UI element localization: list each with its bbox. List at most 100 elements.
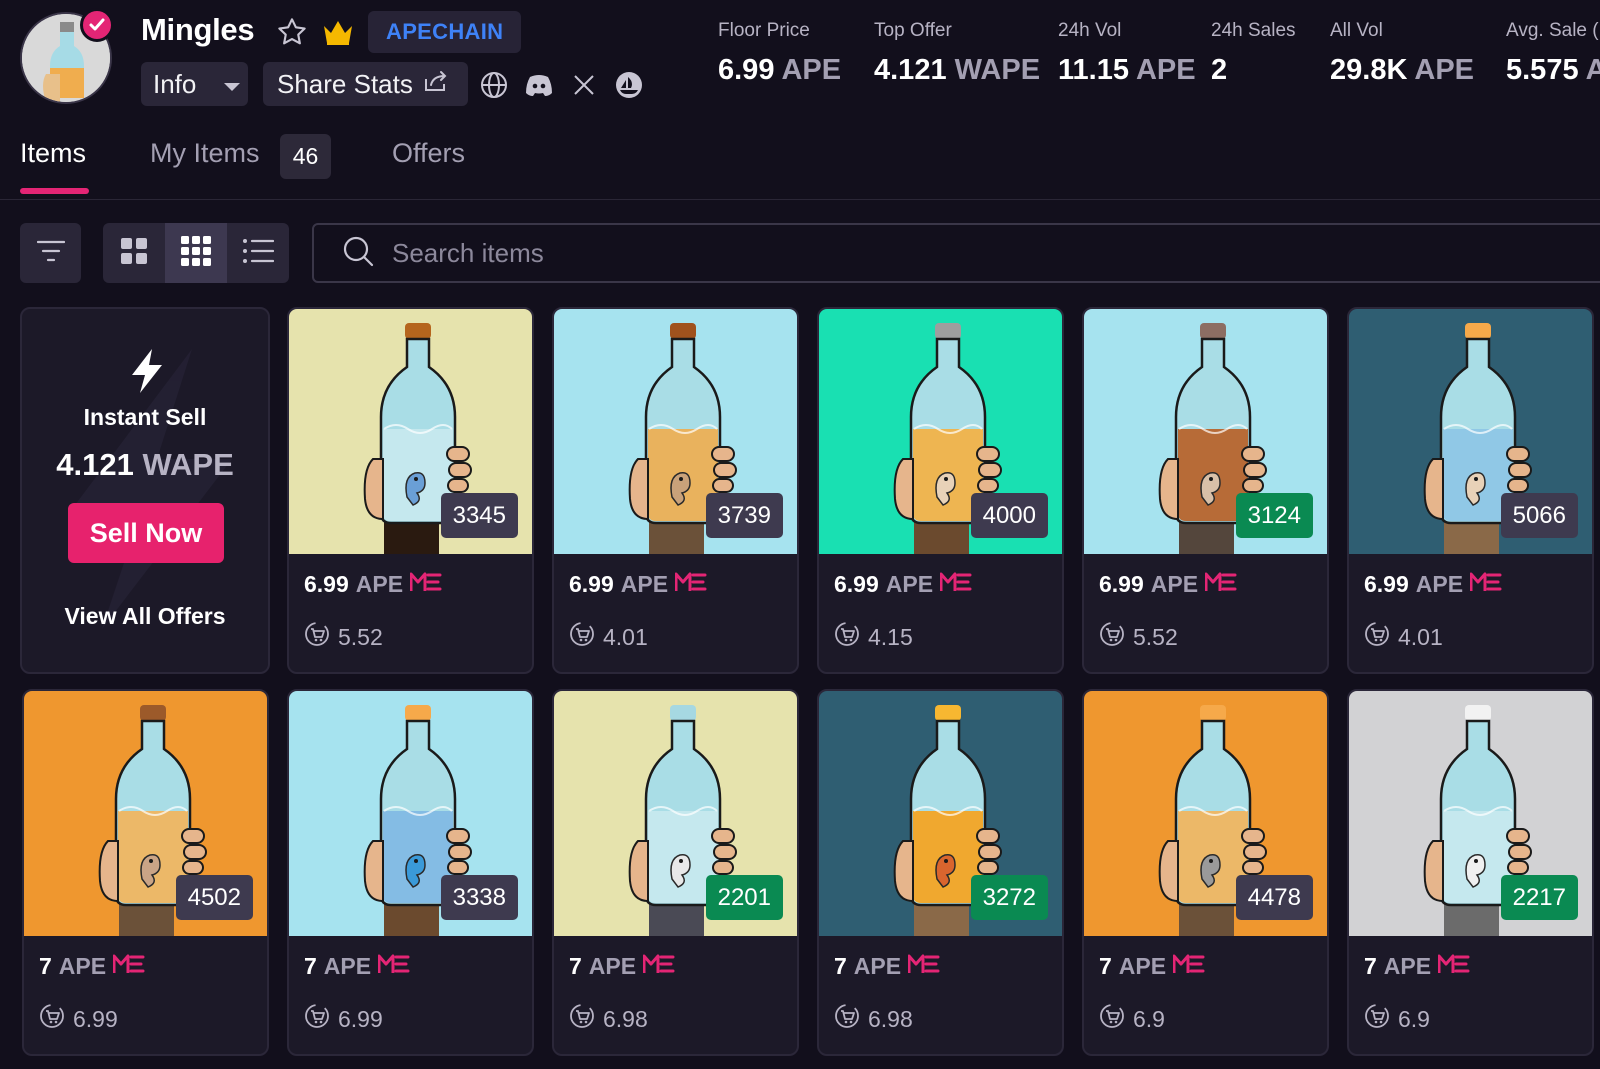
item-card[interactable]: 3272 7 APE 6.98 xyxy=(817,689,1064,1056)
item-id-badge: 4478 xyxy=(1235,875,1313,920)
item-price: 7 APE xyxy=(304,953,410,980)
stat-label: All Vol xyxy=(1330,20,1383,41)
item-card[interactable]: 4502 7 APE 6.99 xyxy=(22,689,269,1056)
item-price-value: 6.99 xyxy=(304,571,349,597)
stat-value: 29.8K xyxy=(1330,54,1408,86)
item-price-value: 7 xyxy=(1364,953,1377,979)
item-last-sale-value: 6.99 xyxy=(338,1005,383,1032)
item-last-sale-value: 6.98 xyxy=(868,1005,913,1032)
stat-value: 6.99 xyxy=(718,54,775,86)
crown-icon xyxy=(322,18,354,51)
share-icon xyxy=(423,69,449,100)
chain-badge[interactable]: APECHAIN xyxy=(368,11,522,53)
item-card[interactable]: 5066 6.99 APE 4.01 xyxy=(1347,307,1594,674)
item-price-value: 6.99 xyxy=(834,571,879,597)
item-last-sale-value: 5.52 xyxy=(1133,623,1178,650)
stat-unit: APE xyxy=(1135,54,1196,86)
item-card[interactable]: 2201 7 APE 6.98 xyxy=(552,689,799,1056)
item-id-badge: 4502 xyxy=(175,875,253,920)
tab-my-items[interactable]: My Items xyxy=(150,138,260,169)
tabs-divider xyxy=(0,199,1600,200)
search-bar xyxy=(312,223,1600,283)
item-price-value: 7 xyxy=(834,953,847,979)
item-price: 6.99 APE xyxy=(1099,571,1237,598)
item-last-sale: 4.01 xyxy=(1364,621,1443,653)
item-card[interactable]: 3338 7 APE 6.99 xyxy=(287,689,534,1056)
magic-eden-icon xyxy=(674,571,707,598)
item-price-value: 7 xyxy=(569,953,582,979)
item-id-badge: 2217 xyxy=(1500,875,1578,920)
item-last-sale-value: 4.01 xyxy=(1398,623,1443,650)
instant-sell-value: 4.121 xyxy=(56,447,134,482)
tab-items[interactable]: Items xyxy=(20,138,86,169)
stat-label: Avg. Sale ( xyxy=(1506,20,1599,41)
stat-value: 4.121 xyxy=(874,54,947,86)
share-label: Share Stats xyxy=(277,68,413,99)
magic-eden-icon xyxy=(1204,571,1237,598)
magic-eden-icon xyxy=(1172,953,1205,980)
stat-24h-sales: 24h Sales 2 xyxy=(1211,20,1296,87)
opensea-icon[interactable] xyxy=(614,70,644,100)
item-price-value: 6.99 xyxy=(569,571,614,597)
info-dropdown[interactable]: Info xyxy=(141,62,248,106)
item-card[interactable]: 3345 6.99 APE 5.52 xyxy=(287,307,534,674)
share-stats-button[interactable]: Share Stats xyxy=(263,62,468,106)
item-id-badge: 3124 xyxy=(1235,493,1313,538)
instant-sell-card: Instant Sell 4.121 WAPE Sell Now View Al… xyxy=(20,307,270,674)
cart-icon xyxy=(304,621,330,653)
globe-icon[interactable] xyxy=(479,70,509,100)
item-card[interactable]: 3124 6.99 APE 5.52 xyxy=(1082,307,1329,674)
active-tab-indicator xyxy=(20,188,89,194)
grid-small-icon xyxy=(181,235,211,271)
item-price-unit: APE xyxy=(1383,953,1432,979)
filter-button[interactable] xyxy=(20,223,81,283)
stat-unit: APE xyxy=(1414,54,1475,86)
stat-top-offer: Top Offer 4.121 WAPE xyxy=(874,20,1040,87)
search-input[interactable] xyxy=(392,237,1192,269)
chevron-down-icon xyxy=(222,69,242,100)
item-last-sale: 5.52 xyxy=(1099,621,1178,653)
instant-sell-unit: WAPE xyxy=(142,447,234,482)
stat-label: 24h Vol xyxy=(1058,20,1122,41)
item-price-value: 7 xyxy=(304,953,317,979)
item-price-unit: APE xyxy=(1118,953,1167,979)
magic-eden-icon xyxy=(1437,953,1470,980)
item-last-sale-value: 4.15 xyxy=(868,623,913,650)
item-id-badge: 5066 xyxy=(1500,493,1578,538)
grid-large-view-button[interactable] xyxy=(103,223,165,283)
stat-unit: APE xyxy=(781,54,842,86)
cart-icon xyxy=(39,1003,65,1035)
discord-icon[interactable] xyxy=(524,70,554,100)
view-all-offers-link[interactable]: View All Offers xyxy=(22,603,268,630)
cart-icon xyxy=(1364,621,1390,653)
list-view-button[interactable] xyxy=(227,223,289,283)
item-price-unit: APE xyxy=(58,953,107,979)
grid-small-view-button[interactable] xyxy=(165,223,227,283)
item-card[interactable]: 3739 6.99 APE 4.01 xyxy=(552,307,799,674)
x-icon[interactable] xyxy=(569,70,599,100)
stat-value: 2 xyxy=(1211,54,1228,86)
item-card[interactable]: 4478 7 APE 6.9 xyxy=(1082,689,1329,1056)
stat-label: 24h Sales xyxy=(1211,20,1296,41)
item-id-badge: 4000 xyxy=(970,493,1048,538)
cart-icon xyxy=(1099,621,1125,653)
star-icon[interactable] xyxy=(276,16,308,53)
sell-now-button[interactable]: Sell Now xyxy=(68,503,224,563)
stat-unit: A xyxy=(1585,54,1600,86)
item-last-sale-value: 6.9 xyxy=(1133,1005,1165,1032)
item-price: 7 APE xyxy=(569,953,675,980)
item-last-sale-value: 5.52 xyxy=(338,623,383,650)
stat-unit: WAPE xyxy=(954,54,1041,86)
item-price-unit: APE xyxy=(620,571,669,597)
search-icon xyxy=(342,235,374,272)
stat-24h-vol: 24h Vol 11.15 APE xyxy=(1058,20,1196,87)
tab-offers[interactable]: Offers xyxy=(392,138,465,169)
magic-eden-icon xyxy=(377,953,410,980)
item-card[interactable]: 2217 7 APE 6.9 xyxy=(1347,689,1594,1056)
item-id-badge: 3739 xyxy=(705,493,783,538)
item-id-badge: 3338 xyxy=(440,875,518,920)
stat-all-vol: All Vol 29.8K APE xyxy=(1330,20,1474,87)
list-icon xyxy=(242,238,275,269)
item-card[interactable]: 4000 6.99 APE 4.15 xyxy=(817,307,1064,674)
my-items-count-badge: 46 xyxy=(280,134,331,179)
